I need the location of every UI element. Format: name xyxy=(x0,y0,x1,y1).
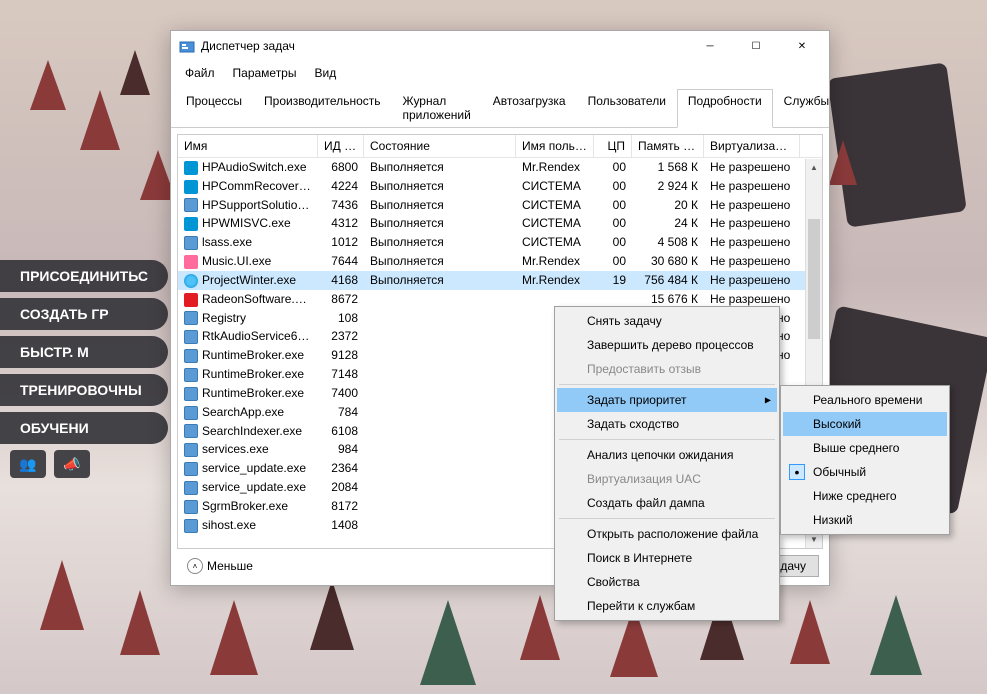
context-menu-item[interactable]: Создать файл дампа xyxy=(557,491,777,515)
process-icon xyxy=(184,198,198,212)
process-icon xyxy=(184,311,198,325)
table-row[interactable]: ProjectWinter.exe4168ВыполняетсяMr.Rende… xyxy=(178,271,822,290)
chevron-up-icon: ˄ xyxy=(187,558,203,574)
process-icon xyxy=(184,217,198,231)
table-row[interactable]: HPSupportSolutions...7436ВыполняетсяСИСТ… xyxy=(178,196,822,215)
scroll-up-icon[interactable]: ▲ xyxy=(806,159,822,176)
context-menu-item[interactable]: Анализ цепочки ожидания xyxy=(557,443,777,467)
menu-separator xyxy=(559,518,775,519)
table-header: Имя ИД п... Состояние Имя польз... ЦП Па… xyxy=(178,135,822,158)
check-icon xyxy=(789,464,805,480)
process-icon xyxy=(184,236,198,250)
tab-apphistory[interactable]: Журнал приложений xyxy=(392,89,482,127)
col-name[interactable]: Имя xyxy=(178,135,318,157)
megaphone-icon[interactable]: 📣 xyxy=(54,450,90,478)
close-button[interactable]: ✕ xyxy=(779,31,825,61)
tab-users[interactable]: Пользователи xyxy=(577,89,677,127)
game-menu-quick[interactable]: БЫСТР. М xyxy=(0,336,168,368)
context-menu-item[interactable]: Завершить дерево процессов xyxy=(557,333,777,357)
menubar: Файл Параметры Вид xyxy=(171,61,829,85)
fewer-details-label: Меньше xyxy=(207,559,253,573)
game-menu-training[interactable]: ТРЕНИРОВОЧНЫ xyxy=(0,374,168,406)
col-virt[interactable]: Виртуализаци... xyxy=(704,135,800,157)
process-icon xyxy=(184,481,198,495)
context-menu-item[interactable]: Высокий xyxy=(783,412,947,436)
context-menu-item[interactable]: Низкий xyxy=(783,508,947,532)
context-menu-item[interactable]: Обычный xyxy=(783,460,947,484)
context-menu-item[interactable]: Поиск в Интернете xyxy=(557,546,777,570)
process-icon xyxy=(184,387,198,401)
process-icon xyxy=(184,180,198,194)
scroll-thumb[interactable] xyxy=(808,219,820,339)
context-menu-item[interactable]: Перейти к службам xyxy=(557,594,777,618)
maximize-button[interactable]: ☐ xyxy=(733,31,779,61)
process-icon xyxy=(184,161,198,175)
process-icon xyxy=(184,293,198,307)
tab-services[interactable]: Службы xyxy=(773,89,840,127)
people-icon[interactable]: 👥 xyxy=(10,450,46,478)
game-menu: ПРИСОЕДИНИТЬС СОЗДАТЬ ГР БЫСТР. М ТРЕНИР… xyxy=(0,260,168,478)
context-menu-item[interactable]: Свойства xyxy=(557,570,777,594)
menu-separator xyxy=(559,384,775,385)
process-icon xyxy=(184,500,198,514)
menu-file[interactable]: Файл xyxy=(177,63,223,83)
context-menu-item[interactable]: Задать сходство xyxy=(557,412,777,436)
process-icon xyxy=(184,330,198,344)
game-menu-tutorial[interactable]: ОБУЧЕНИ xyxy=(0,412,168,444)
process-icon xyxy=(184,406,198,420)
process-icon xyxy=(184,424,198,438)
app-icon xyxy=(179,38,195,54)
tab-performance[interactable]: Производительность xyxy=(253,89,391,127)
menu-options[interactable]: Параметры xyxy=(225,63,305,83)
context-menu: Снять задачуЗавершить дерево процессовПр… xyxy=(554,306,780,621)
tab-startup[interactable]: Автозагрузка xyxy=(482,89,577,127)
context-menu-item[interactable]: Выше среднего xyxy=(783,436,947,460)
col-mem[interactable]: Память (а... xyxy=(632,135,704,157)
fewer-details-button[interactable]: ˄ Меньше xyxy=(181,556,259,576)
titlebar[interactable]: Диспетчер задач ─ ☐ ✕ xyxy=(171,31,829,61)
process-icon xyxy=(184,274,198,288)
tab-details[interactable]: Подробности xyxy=(677,89,773,128)
process-icon xyxy=(184,368,198,382)
menu-view[interactable]: Вид xyxy=(306,63,344,83)
minimize-button[interactable]: ─ xyxy=(687,31,733,61)
tabs: Процессы Производительность Журнал прило… xyxy=(171,85,829,128)
context-menu-item[interactable]: Ниже среднего xyxy=(783,484,947,508)
table-row[interactable]: Music.UI.exe7644ВыполняетсяMr.Rendex0030… xyxy=(178,252,822,271)
process-icon xyxy=(184,349,198,363)
col-user[interactable]: Имя польз... xyxy=(516,135,594,157)
priority-submenu: Реального времениВысокийВыше среднегоОбы… xyxy=(780,385,950,535)
context-menu-item[interactable]: Реального времени xyxy=(783,388,947,412)
table-row[interactable]: HPAudioSwitch.exe6800ВыполняетсяMr.Rende… xyxy=(178,158,822,177)
context-menu-item: Предоставить отзыв xyxy=(557,357,777,381)
game-menu-create[interactable]: СОЗДАТЬ ГР xyxy=(0,298,168,330)
menu-separator xyxy=(559,439,775,440)
col-pid[interactable]: ИД п... xyxy=(318,135,364,157)
table-row[interactable]: lsass.exe1012ВыполняетсяСИСТЕМА004 508 К… xyxy=(178,233,822,252)
tab-processes[interactable]: Процессы xyxy=(175,89,253,127)
context-menu-item[interactable]: Задать приоритет xyxy=(557,388,777,412)
process-icon xyxy=(184,443,198,457)
col-cpu[interactable]: ЦП xyxy=(594,135,632,157)
process-icon xyxy=(184,462,198,476)
col-state[interactable]: Состояние xyxy=(364,135,516,157)
process-icon xyxy=(184,519,198,533)
process-icon xyxy=(184,255,198,269)
game-menu-join[interactable]: ПРИСОЕДИНИТЬС xyxy=(0,260,168,292)
context-menu-item: Виртуализация UAC xyxy=(557,467,777,491)
table-row[interactable]: HPWMISVC.exe4312ВыполняетсяСИСТЕМА0024 К… xyxy=(178,214,822,233)
context-menu-item[interactable]: Открыть расположение файла xyxy=(557,522,777,546)
context-menu-item[interactable]: Снять задачу xyxy=(557,309,777,333)
table-row[interactable]: HPCommRecovery.e...4224ВыполняетсяСИСТЕМ… xyxy=(178,177,822,196)
window-title: Диспетчер задач xyxy=(201,39,687,53)
